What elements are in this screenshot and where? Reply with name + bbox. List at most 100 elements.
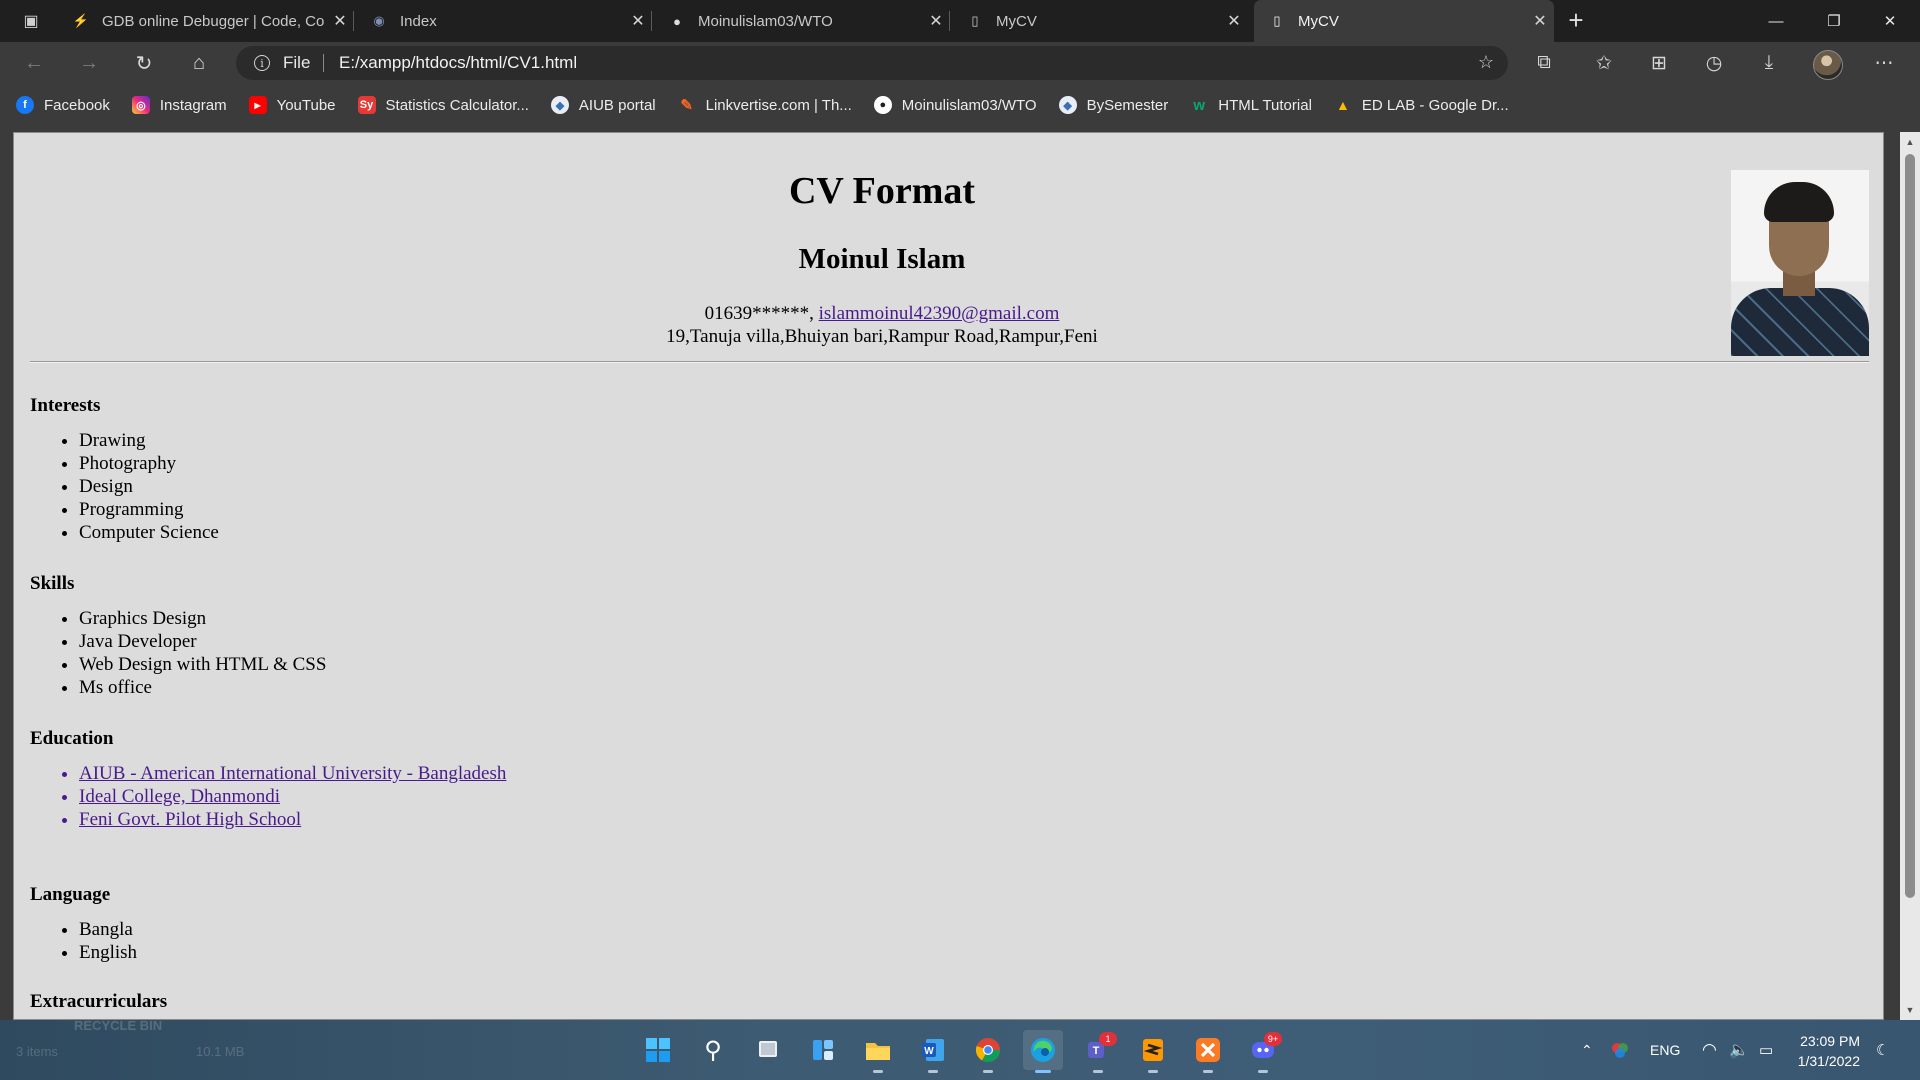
refresh-button[interactable]: ↻ [128,47,160,79]
tab-mycv-active[interactable]: ▯ MyCV ✕ [1254,0,1554,42]
desktop-ghost-text: 3 items [16,1044,58,1059]
github-icon: ● [673,13,681,29]
history-icon[interactable]: ◷ [1698,47,1730,79]
tab-title: Index [400,12,437,30]
interests-list: Drawing Photography Design Programming C… [30,429,219,544]
new-tab-button[interactable]: + [1560,4,1592,36]
extensions-icon[interactable]: ⧉ [1528,47,1560,79]
section-heading-language: Language [30,884,111,905]
url-text[interactable]: E:/xampp/htdocs/html/CV1.html [339,53,577,73]
bookmark-linkvertise[interactable]: ✎ Linkvertise.com | Th... [678,96,852,115]
email-link[interactable]: islammoinul42390@gmail.com [819,303,1060,324]
scroll-down-arrow-icon[interactable]: ▼ [1900,1002,1920,1018]
xampp-icon[interactable] [1188,1030,1228,1073]
tab-actions-menu-icon[interactable]: ▣ [14,9,48,33]
show-hidden-icons-chevron-icon[interactable]: ⌃ [1581,1020,1593,1080]
instagram-icon: ◎ [131,96,150,114]
start-button[interactable] [638,1030,678,1070]
list-item: Feni Govt. Pilot High School [79,808,506,831]
teams-icon[interactable]: T 1 [1078,1030,1118,1073]
edge-icon[interactable] [1023,1030,1063,1073]
xampp-glyph [1196,1038,1220,1062]
close-icon[interactable]: ✕ [624,11,652,31]
section-heading-skills: Skills [30,573,75,594]
discord-icon[interactable]: 9+ [1243,1030,1283,1073]
battery-icon[interactable]: ▭ [1759,1020,1773,1080]
task-view-icon[interactable] [748,1030,788,1070]
edge-glyph [1031,1038,1055,1062]
photo-hair [1764,182,1834,222]
tab-mycv[interactable]: ▯ MyCV ✕ [952,0,1248,42]
wifi-icon[interactable]: ◠ [1702,1020,1717,1080]
home-button[interactable]: ⌂ [183,47,215,79]
running-indicator [1093,1070,1103,1073]
github-icon: ● [873,96,892,114]
favorites-icon[interactable]: ✩ [1588,47,1620,79]
file-icon: ▯ [1273,13,1281,28]
contact-block: 01639******, islammoinul42390@gmail.com … [14,302,1750,348]
education-link-aiub[interactable]: AIUB - American International University… [79,763,506,784]
bookmark-statistics-calculator[interactable]: Sy Statistics Calculator... [357,96,529,114]
vertical-scrollbar[interactable]: ▲ ▼ [1900,132,1920,1020]
info-icon[interactable]: i [254,55,270,71]
tab-title: MyCV [1298,12,1339,30]
svg-text:W: W [924,1046,934,1057]
widgets-icon[interactable] [803,1030,843,1070]
bookmark-aiub-portal[interactable]: ◆ AIUB portal [550,96,656,114]
bookmark-bysemester[interactable]: ◆ BySemester [1058,96,1168,114]
add-favorite-icon[interactable]: ☆ [1478,52,1494,73]
education-link-ideal-college[interactable]: Ideal College, Dhanmondi [79,786,280,807]
more-menu-icon[interactable]: ⋯ [1868,47,1900,79]
word-icon[interactable]: W [913,1030,953,1073]
forward-button[interactable]: → [73,47,105,79]
tab-gdb[interactable]: ⚡ GDB online Debugger | Code, Co ✕ [58,0,354,42]
volume-icon[interactable]: 🔈 [1729,1020,1749,1080]
bookmark-facebook[interactable]: f Facebook [16,96,110,114]
focus-assist-moon-icon[interactable]: ☾ [1876,1020,1889,1080]
file-explorer-icon[interactable] [858,1030,898,1073]
education-link-feni-high-school[interactable]: Feni Govt. Pilot High School [79,809,301,830]
bookmark-label: Instagram [159,96,227,114]
svg-text:T: T [1093,1045,1100,1057]
input-language-indicator[interactable]: ENG [1650,1020,1680,1080]
bookmark-youtube[interactable]: ▶ YouTube [248,96,336,114]
bookmark-github-wto[interactable]: ● Moinulislam03/WTO [873,96,1037,114]
list-item: Computer Science [79,521,219,544]
collections-icon[interactable]: ⊞ [1643,47,1675,79]
chrome-icon[interactable] [968,1030,1008,1073]
tab-title: MyCV [996,12,1037,30]
scrollbar-thumb[interactable] [1905,154,1915,898]
back-button[interactable]: ← [18,47,50,79]
restore-button[interactable]: ❐ [1806,0,1862,42]
bookmark-instagram[interactable]: ◎ Instagram [131,96,227,114]
bookmark-label: Statistics Calculator... [385,96,529,114]
bookmark-html-tutorial[interactable]: w HTML Tutorial [1190,96,1311,114]
bookmark-label: Linkvertise.com | Th... [705,96,852,114]
close-icon[interactable]: ✕ [1220,11,1248,31]
profile-photo [1731,170,1869,356]
tab-github[interactable]: ● Moinulislam03/WTO ✕ [654,0,950,42]
sublime-text-icon[interactable] [1133,1030,1173,1073]
scroll-up-arrow-icon[interactable]: ▲ [1900,134,1920,150]
downloads-icon[interactable]: ⤓ [1753,47,1785,79]
address-bar[interactable]: i File E:/xampp/htdocs/html/CV1.html ☆ [236,46,1508,80]
system-clock[interactable]: 23:09 PM 1/31/2022 [1796,1031,1860,1071]
search-icon[interactable]: ⚲ [693,1030,733,1070]
aiub-shield-icon: ◆ [550,96,569,114]
profile-avatar[interactable] [1813,50,1843,80]
desktop-ghost-text: RECYCLE BIN [74,1018,163,1033]
close-icon[interactable]: ✕ [326,11,354,31]
list-item: Graphics Design [79,607,326,630]
close-window-button[interactable]: ✕ [1862,0,1918,42]
tab-index[interactable]: ◉ Index ✕ [356,0,652,42]
minimize-button[interactable]: — [1748,0,1804,42]
bookmark-ed-lab-drive[interactable]: ▲ ED LAB - Google Dr... [1334,96,1509,114]
color-tray-icon[interactable] [1611,1020,1629,1080]
close-icon[interactable]: ✕ [922,11,950,31]
protocol-label: File [283,53,311,72]
photo-shirt [1731,288,1869,356]
windows-logo-icon [646,1038,670,1062]
linkvertise-icon: ✎ [680,97,693,114]
close-icon[interactable]: ✕ [1526,11,1554,31]
list-item: Photography [79,452,219,475]
